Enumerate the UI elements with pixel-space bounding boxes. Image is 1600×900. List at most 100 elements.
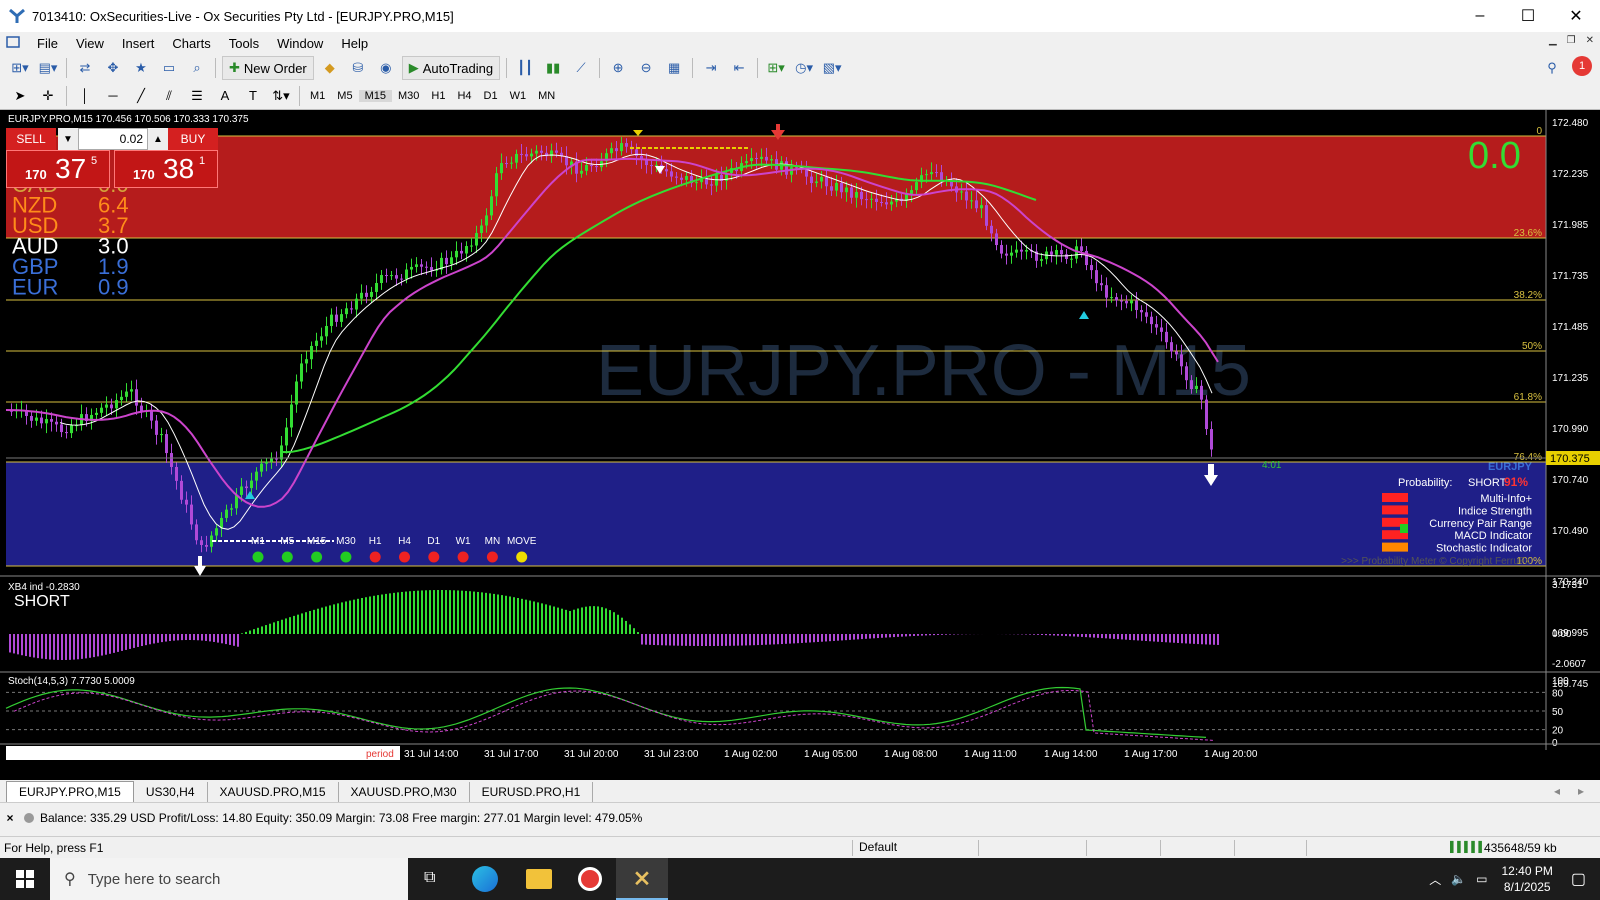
templates-icon[interactable]: ▧▾ (820, 56, 844, 80)
menu-tools[interactable]: Tools (220, 36, 268, 51)
candle-body (580, 170, 583, 174)
probability-label: Probability: (1398, 477, 1452, 489)
mdi-minimize-icon[interactable]: ▁ (1549, 35, 1557, 46)
candle-body (815, 181, 818, 184)
signals-icon[interactable]: ⛁ (346, 56, 370, 80)
buy-price-button[interactable]: 170 38 1 (114, 150, 218, 188)
file-explorer-icon[interactable] (526, 869, 552, 889)
status-profile: Default (852, 840, 897, 856)
zoom-out-icon[interactable]: ⊖ (634, 56, 658, 80)
auto-scroll-icon[interactable]: ⇥ (699, 56, 723, 80)
text-label-icon[interactable]: T (241, 84, 265, 108)
candle-body (305, 359, 308, 364)
recorder-icon[interactable] (578, 867, 602, 891)
tab-us30-h4[interactable]: US30,H4 (134, 782, 208, 802)
notifications-icon[interactable]: ▢ (1571, 869, 1586, 889)
new-order-button[interactable]: ✚ New Order (222, 56, 314, 80)
menu-window[interactable]: Window (268, 36, 332, 51)
menu-insert[interactable]: Insert (113, 36, 164, 51)
timeframe-h1[interactable]: H1 (425, 90, 451, 102)
terminal-icon[interactable]: ▭ (157, 56, 181, 80)
time-axis: 31 Jul 14:00 31 Jul 17:00 31 Jul 20:00 31 J… (404, 749, 1258, 760)
tab-scroll-left-icon[interactable]: ◂ (1554, 784, 1560, 798)
lot-increase-icon[interactable]: ▲ (148, 128, 168, 150)
tab-eurusd-h1[interactable]: EURUSD.PRO,H1 (470, 782, 594, 802)
navigator-icon[interactable]: ★ (129, 56, 153, 80)
tester-icon[interactable]: ⌕ (185, 56, 209, 80)
tab-scroll-right-icon[interactable]: ▸ (1578, 784, 1584, 798)
tab-eurjpy-m15[interactable]: EURJPY.PRO,M15 (6, 781, 134, 802)
sell-price-prefix: 170 (25, 167, 47, 182)
terminal-close-button[interactable]: × (0, 811, 20, 825)
arrows-icon[interactable]: ⇅▾ (269, 84, 293, 108)
sell-button[interactable]: SELL (6, 128, 56, 150)
data-window-icon[interactable]: ✥ (101, 56, 125, 80)
indicators-icon[interactable]: ⊞▾ (764, 56, 788, 80)
candle-body (820, 176, 823, 182)
minimize-button[interactable]: – (1456, 0, 1504, 32)
timeframe-m30[interactable]: M30 (392, 90, 425, 102)
lot-size-input[interactable] (78, 128, 148, 150)
tile-windows-icon[interactable]: ▦ (662, 56, 686, 80)
mdi-restore-icon[interactable]: ❐ (1567, 35, 1576, 46)
metatrader-taskbar-icon[interactable]: ⨯ (616, 858, 668, 900)
candle-body (680, 177, 683, 180)
menu-charts[interactable]: Charts (163, 36, 219, 51)
metaeditor-icon[interactable]: ◆ (318, 56, 342, 80)
candlestick-icon[interactable]: ▮▮ (541, 56, 565, 80)
buy-button[interactable]: BUY (168, 128, 218, 150)
candle-body (915, 182, 918, 191)
bar-chart-icon[interactable]: ┃┃ (513, 56, 537, 80)
notification-badge[interactable]: 1 (1572, 56, 1592, 76)
channel-icon[interactable]: ⫽ (157, 84, 181, 108)
lot-decrease-icon[interactable]: ▼ (58, 128, 78, 150)
timeframe-d1[interactable]: D1 (478, 90, 504, 102)
search-icon[interactable]: ⚲ (1540, 56, 1564, 80)
timeframe-m5[interactable]: M5 (331, 90, 358, 102)
timeframe-m1[interactable]: M1 (304, 90, 331, 102)
market-icon[interactable]: ◉ (374, 56, 398, 80)
zoom-in-icon[interactable]: ⊕ (606, 56, 630, 80)
close-button[interactable]: ✕ (1552, 0, 1600, 32)
tab-xauusd-m30[interactable]: XAUUSD.PRO,M30 (339, 782, 470, 802)
edge-icon[interactable] (472, 866, 498, 892)
candle-body (1080, 246, 1083, 251)
chart-canvas[interactable]: EURJPY.PRO - M15 023.6%38.2%50%61.8%76.4… (0, 110, 1600, 780)
profiles-icon[interactable]: ▤▾ (36, 56, 60, 80)
candle-body (380, 275, 383, 284)
timeframe-w1[interactable]: W1 (504, 90, 533, 102)
trendline-icon[interactable]: ╱ (129, 84, 153, 108)
timeframe-h4[interactable]: H4 (451, 90, 477, 102)
candle-body (960, 191, 963, 193)
market-watch-icon[interactable]: ⇄ (73, 56, 97, 80)
timeframe-m15[interactable]: M15 (358, 89, 392, 102)
maximize-button[interactable]: ☐ (1504, 0, 1552, 32)
horizontal-line-icon[interactable]: ─ (101, 84, 125, 108)
tab-xauusd-m15[interactable]: XAUUSD.PRO,M15 (208, 782, 339, 802)
line-chart-icon[interactable]: ⟋ (569, 56, 593, 80)
cursor-icon[interactable]: ➤ (8, 84, 32, 108)
new-chart-icon[interactable]: ⊞▾ (8, 56, 32, 80)
chart-window[interactable]: EURJPY.PRO - M15 0 23.6% 38.2% 50% 61.8% 76.4… (0, 110, 1600, 780)
mdi-close-icon[interactable]: ✕ (1586, 35, 1594, 46)
taskbar-search[interactable]: ⚲ Type here to search (50, 858, 408, 900)
autotrading-button[interactable]: ▶ AutoTrading (401, 56, 501, 80)
price-tick: 171.235 (1552, 373, 1589, 384)
timeframe-mn[interactable]: MN (532, 90, 561, 102)
menu-view[interactable]: View (67, 36, 113, 51)
tray-chevron-icon[interactable]: ︿ (1429, 871, 1441, 888)
clock[interactable]: 12:40 PM 8/1/2025 (1502, 863, 1553, 895)
crosshair-icon[interactable]: ✛ (36, 84, 60, 108)
task-view-icon[interactable]: ⧉ (424, 869, 435, 887)
periods-icon[interactable]: ◷▾ (792, 56, 816, 80)
network-icon[interactable]: ▭ (1476, 872, 1487, 886)
fibonacci-icon[interactable]: ☰ (185, 84, 209, 108)
volume-muted-icon[interactable]: 🔈 (1451, 872, 1466, 886)
vertical-line-icon[interactable]: │ (73, 84, 97, 108)
start-button[interactable] (0, 858, 50, 900)
text-icon[interactable]: A (213, 84, 237, 108)
menu-help[interactable]: Help (332, 36, 377, 51)
chart-shift-icon[interactable]: ⇤ (727, 56, 751, 80)
menu-file[interactable]: File (28, 36, 67, 51)
sell-price-button[interactable]: 170 37 5 (6, 150, 110, 188)
